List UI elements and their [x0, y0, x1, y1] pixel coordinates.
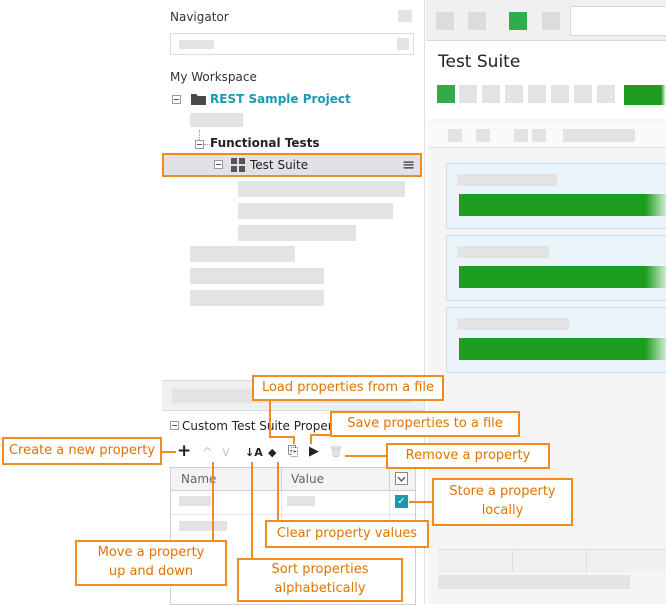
- trash-icon[interactable]: 🗑: [329, 445, 343, 459]
- tree-item-placeholder: [190, 246, 295, 262]
- callout-clear-values: Clear property values: [265, 520, 429, 548]
- toolbar-button[interactable]: [563, 129, 635, 142]
- toolbar-button[interactable]: [505, 85, 523, 103]
- toolbar-button[interactable]: [528, 85, 546, 103]
- main-toolbar: [426, 0, 666, 41]
- test-case-progress: [459, 194, 666, 216]
- progress-bar: [624, 85, 666, 105]
- tree-item-test-suite[interactable]: Test Suite ≡: [162, 153, 422, 177]
- test-suite-icon: [231, 158, 245, 172]
- callout-remove-property: Remove a property: [386, 443, 550, 469]
- editor-tabs: [438, 549, 666, 572]
- callout-store-locally-line2: locally: [481, 503, 524, 518]
- eraser-icon[interactable]: ◆: [268, 446, 276, 460]
- callout-sort-properties: Sort properties alphabetically: [237, 558, 403, 602]
- toolbar-button[interactable]: [476, 129, 490, 142]
- tree-item-placeholder: [238, 203, 393, 219]
- toolbar-button[interactable]: [514, 129, 528, 142]
- status-bar: [438, 575, 630, 589]
- load-file-icon[interactable]: ⎘: [288, 445, 298, 459]
- add-property-icon[interactable]: +: [177, 443, 191, 460]
- tree-item-placeholder: [190, 290, 324, 306]
- test-case-card[interactable]: [446, 235, 666, 301]
- toolbar-button[interactable]: [542, 12, 560, 30]
- tree-item-placeholder: [190, 268, 324, 284]
- test-case-card[interactable]: [446, 307, 666, 373]
- toolbar-button[interactable]: [459, 85, 477, 103]
- functional-tests-label[interactable]: Functional Tests: [210, 136, 320, 150]
- callout-create-property: Create a new property: [2, 437, 162, 465]
- tree-item-placeholder: [238, 181, 405, 197]
- toolbar-button[interactable]: [468, 12, 486, 30]
- table-header: Name Value: [171, 468, 415, 491]
- callout-move-property: Move a property up and down: [75, 540, 227, 586]
- callout-store-locally-line1: Store a property: [449, 484, 556, 500]
- menu-icon[interactable]: ≡: [402, 155, 415, 174]
- callout-move-line2: up and down: [108, 564, 194, 579]
- column-value[interactable]: Value: [291, 472, 324, 486]
- move-up-icon[interactable]: ^: [202, 447, 213, 461]
- navigator-collapse-icon[interactable]: [398, 10, 412, 22]
- test-case-card[interactable]: [446, 163, 666, 229]
- move-down-icon[interactable]: v: [222, 446, 230, 460]
- table-row[interactable]: ✓: [171, 490, 415, 515]
- tree-item-placeholder: [190, 113, 243, 127]
- toolbar-button[interactable]: [532, 129, 546, 142]
- run-button[interactable]: [509, 12, 527, 30]
- callout-load-properties: Load properties from a file: [252, 375, 444, 401]
- test-case-progress: [459, 338, 666, 360]
- toolbar-button[interactable]: [597, 85, 615, 103]
- expand-functional-tests-icon[interactable]: [195, 140, 204, 149]
- expand-test-suite-icon[interactable]: [214, 160, 223, 169]
- toolbar-button[interactable]: [551, 85, 569, 103]
- callout-move-line1: Move a property: [97, 545, 205, 561]
- project-name[interactable]: REST Sample Project: [210, 92, 351, 106]
- save-file-icon[interactable]: ▶: [309, 445, 319, 459]
- test-case-progress: [459, 266, 666, 288]
- search-clear-icon[interactable]: [397, 38, 409, 50]
- editor-title: Test Suite: [438, 52, 521, 72]
- tree-item-placeholder: [238, 225, 356, 241]
- expand-project-icon[interactable]: [172, 95, 181, 104]
- callout-save-properties: Save properties to a file: [330, 411, 520, 437]
- callout-store-locally: Store a property locally: [432, 478, 573, 526]
- toolbar-button[interactable]: [436, 12, 454, 30]
- store-locally-checkbox[interactable]: ✓: [395, 495, 408, 508]
- run-suite-button[interactable]: [437, 85, 455, 103]
- callout-sort-line2: alphabetically: [274, 581, 366, 596]
- store-locally-header-icon: [395, 472, 408, 485]
- navigator-search-input[interactable]: [170, 33, 414, 55]
- callout-sort-line1: Sort properties: [271, 562, 369, 578]
- navigator-title: Navigator: [170, 10, 229, 24]
- toolbar-search-input[interactable]: [570, 6, 666, 36]
- toolbar-button[interactable]: [448, 129, 462, 142]
- folder-icon: [191, 94, 206, 105]
- collapse-properties-icon[interactable]: [170, 421, 179, 430]
- toolbar-button[interactable]: [482, 85, 500, 103]
- test-suite-label: Test Suite: [250, 158, 309, 172]
- sort-icon[interactable]: ↓A: [245, 446, 263, 460]
- workspace-label: My Workspace: [170, 70, 257, 84]
- toolbar-button[interactable]: [574, 85, 592, 103]
